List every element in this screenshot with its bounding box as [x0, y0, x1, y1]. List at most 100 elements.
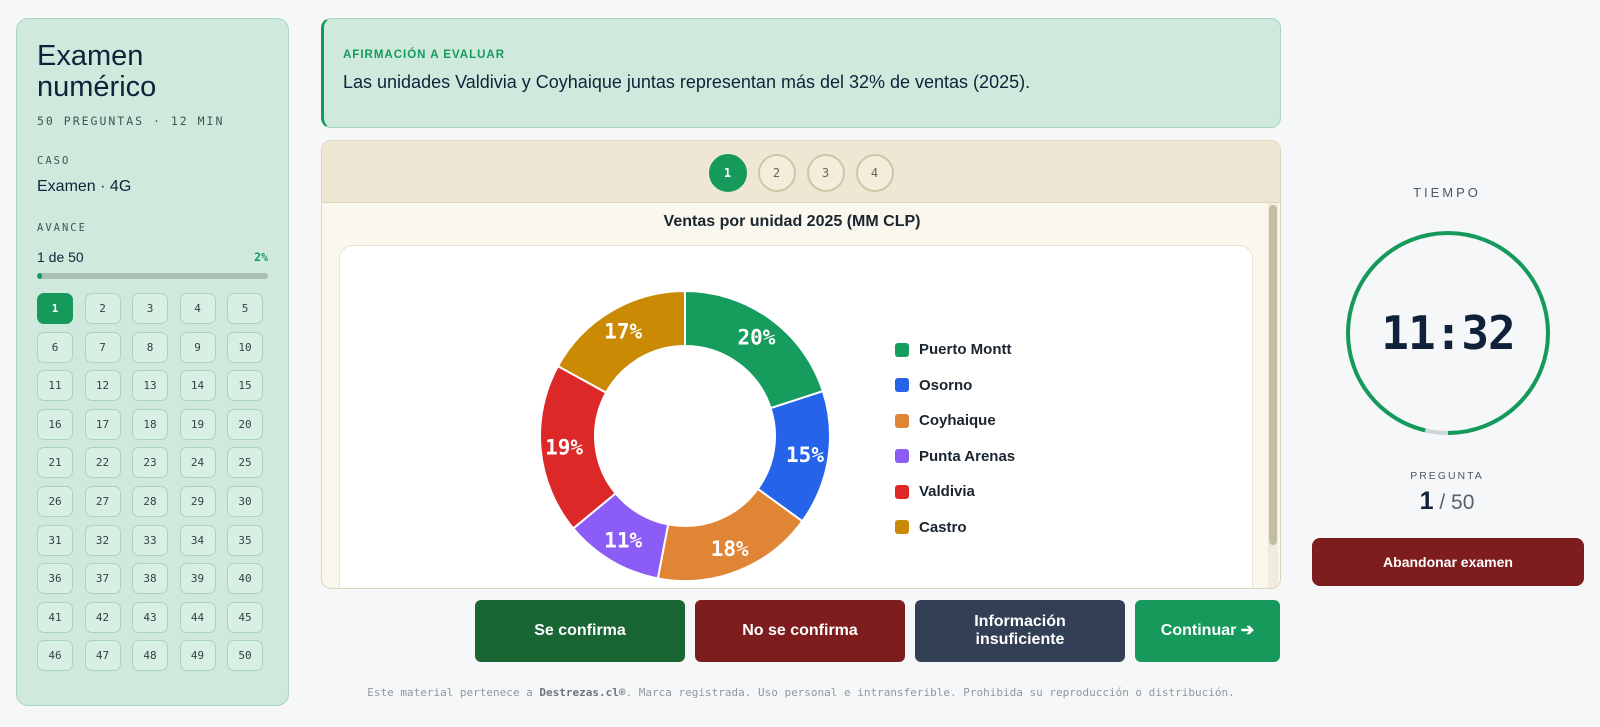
question-nav-button[interactable]: 35: [227, 524, 263, 556]
question-nav-button[interactable]: 11: [37, 370, 73, 402]
progress-fill: [37, 273, 42, 279]
question-nav-button[interactable]: 33: [132, 524, 168, 556]
question-nav-button[interactable]: 42: [84, 601, 121, 633]
question-nav-button[interactable]: 23: [132, 447, 168, 479]
question-nav-button[interactable]: 29: [179, 485, 216, 517]
panel-scrollbar[interactable]: [1268, 203, 1278, 588]
question-nav-button[interactable]: 39: [179, 563, 216, 595]
question-nav-button[interactable]: 24: [179, 447, 216, 479]
question-nav-button[interactable]: 25: [227, 447, 263, 479]
question-counter: 1 / 50: [1312, 487, 1582, 516]
question-nav-button[interactable]: 26: [37, 485, 73, 517]
exam-sidebar: Examen numérico 50 PREGUNTAS · 12 MIN CA…: [16, 18, 289, 706]
progress-text: 1 de 50: [37, 249, 84, 265]
question-nav-button[interactable]: 32: [84, 524, 121, 556]
exam-title-line2: numérico: [37, 71, 157, 103]
question-nav-button[interactable]: 19: [179, 408, 216, 440]
insufficient-line1: Información: [974, 613, 1066, 630]
question-nav-button[interactable]: 22: [84, 447, 121, 479]
timer-minutes: 11: [1381, 306, 1435, 360]
question-nav-button[interactable]: 5: [227, 293, 263, 324]
question-nav-button[interactable]: 34: [179, 524, 216, 556]
question-nav-button[interactable]: 49: [179, 640, 216, 672]
question-nav-button[interactable]: 28: [132, 485, 168, 517]
question-nav-button[interactable]: 15: [227, 370, 263, 402]
insufficient-line2: insuficiente: [975, 631, 1065, 648]
legend-swatch: [895, 342, 909, 357]
question-nav-button[interactable]: 30: [227, 485, 263, 517]
question-nav-button[interactable]: 44: [179, 601, 216, 633]
question-nav-button[interactable]: 10: [227, 331, 263, 363]
legend-item: Puerto Montt: [895, 332, 1015, 368]
question-grid: 1 2 3 4 5 6 7 8 9 10 11 12 13 14 15 16 17 18 19 20 21 22 23 24 2…: [37, 293, 268, 672]
slice-label: 17%: [604, 319, 642, 343]
chart-tab-1[interactable]: 1: [708, 153, 747, 192]
continue-button[interactable]: Continuar ➔: [1135, 600, 1280, 662]
question-nav-button[interactable]: 27: [84, 485, 121, 517]
question-current: 1: [1419, 487, 1434, 515]
legend-item: Coyhaique: [895, 403, 1015, 439]
legend-swatch: [895, 520, 909, 535]
question-nav-button[interactable]: 21: [37, 447, 73, 479]
chart-tab-2[interactable]: 2: [757, 153, 796, 192]
slice-label: 20%: [737, 326, 775, 350]
question-nav-button[interactable]: 8: [132, 331, 168, 363]
question-nav-button[interactable]: 6: [37, 331, 73, 363]
question-nav-button[interactable]: 18: [132, 408, 168, 440]
abandon-exam-button[interactable]: Abandonar examen: [1312, 538, 1584, 586]
question-label: PREGUNTA: [1410, 470, 1484, 482]
question-nav-button[interactable]: 16: [37, 408, 73, 440]
question-nav-button[interactable]: 47: [84, 640, 121, 672]
not-confirm-button[interactable]: No se confirma: [695, 600, 905, 662]
legend-label: Puerto Montt: [919, 341, 1012, 359]
question-nav-button[interactable]: 37: [84, 563, 121, 595]
question-nav-button[interactable]: 43: [132, 601, 168, 633]
question-nav-button[interactable]: 17: [84, 408, 121, 440]
question-nav-button[interactable]: 9: [179, 331, 216, 363]
question-nav-button[interactable]: 48: [132, 640, 168, 672]
question-nav-button[interactable]: 12: [84, 370, 121, 402]
question-nav-button[interactable]: 20: [227, 408, 263, 440]
question-nav-button[interactable]: 1: [37, 293, 73, 324]
question-nav-button[interactable]: 36: [37, 563, 73, 595]
slice-label: 19%: [545, 435, 583, 459]
question-nav-button[interactable]: 38: [132, 563, 168, 595]
slice-label: 15%: [786, 443, 824, 467]
legend-item: Valdivia: [895, 474, 1015, 510]
slice-label: 11%: [604, 529, 642, 553]
question-nav-button[interactable]: 2: [84, 293, 121, 324]
question-nav-button[interactable]: 3: [132, 293, 168, 324]
timer-separator: :: [1434, 306, 1463, 360]
question-nav-button[interactable]: 14: [179, 370, 216, 402]
question-nav-button[interactable]: 4: [179, 293, 216, 324]
legend-item: Punta Arenas: [895, 439, 1015, 475]
scrollbar-thumb[interactable]: [1269, 205, 1277, 545]
insufficient-label: Información insuficiente: [974, 613, 1066, 649]
legend-swatch: [895, 484, 909, 499]
confirm-button[interactable]: Se confirma: [475, 600, 685, 662]
question-nav-button[interactable]: 41: [37, 601, 73, 633]
question-nav-button[interactable]: 50: [227, 640, 263, 672]
legend-swatch: [895, 449, 909, 464]
chart-tab-3[interactable]: 3: [806, 153, 845, 192]
insufficient-info-button[interactable]: Información insuficiente: [915, 600, 1125, 662]
question-total: / 50: [1433, 491, 1475, 514]
legend-label: Castro: [919, 518, 967, 536]
question-nav-button[interactable]: 40: [227, 563, 263, 595]
legend-label: Valdivia: [919, 483, 975, 501]
caso-label: CASO: [37, 155, 71, 167]
question-nav-button[interactable]: 45: [227, 601, 263, 633]
legend-label: Punta Arenas: [919, 447, 1016, 465]
footer-prefix: Este material pertenece a: [367, 686, 540, 699]
statement-text: Las unidades Valdivia y Coyhaique juntas…: [343, 72, 1031, 92]
donut-chart: 20% 15% 18% 11% 19% 17%: [539, 289, 831, 582]
chart-card: 20% 15% 18% 11% 19% 17% Puerto Montt Osorno Coy…: [339, 245, 1253, 588]
question-nav-button[interactable]: 46: [37, 640, 73, 672]
progress-row: 1 de 50 2%: [37, 249, 268, 265]
exam-title: Examen numérico: [37, 41, 268, 103]
question-nav-button[interactable]: 13: [132, 370, 168, 402]
question-nav-button[interactable]: 7: [84, 331, 121, 363]
chart-tab-4[interactable]: 4: [855, 153, 894, 192]
question-nav-button[interactable]: 31: [37, 524, 73, 556]
progress-bar: [37, 273, 268, 279]
